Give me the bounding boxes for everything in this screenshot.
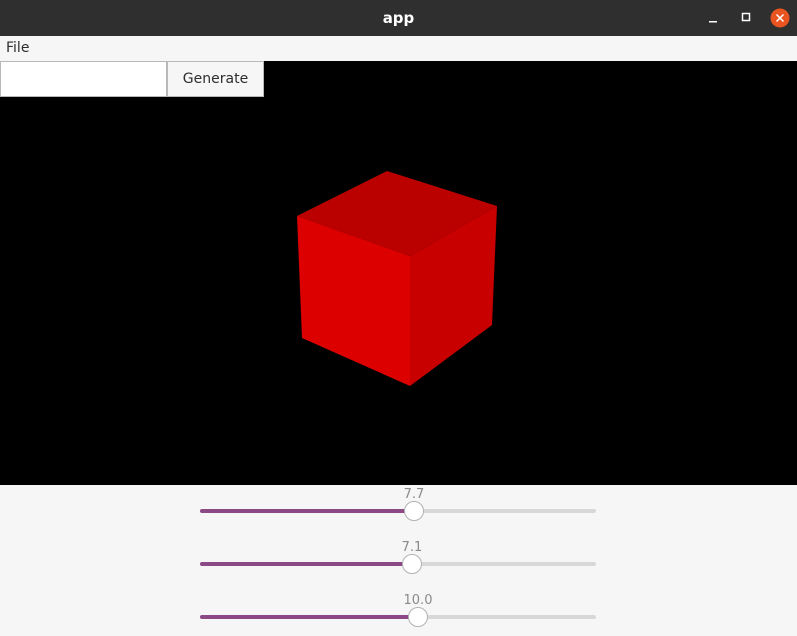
maximize-button[interactable]: [736, 8, 756, 28]
maximize-icon: [741, 12, 751, 22]
slider-3-value: 10.0: [403, 593, 433, 608]
slider-3[interactable]: 10.0: [200, 593, 596, 633]
slider-3-handle[interactable]: [408, 607, 428, 627]
slider-1[interactable]: 7.7: [200, 487, 596, 527]
window-titlebar: app: [0, 0, 797, 36]
close-button[interactable]: [770, 8, 790, 28]
minimize-button[interactable]: [703, 8, 723, 28]
slider-2[interactable]: 7.1: [200, 540, 596, 580]
close-icon: [770, 8, 790, 28]
menu-file[interactable]: File: [6, 40, 29, 56]
slider-panel: 7.7 7.1 10.0: [0, 485, 797, 636]
slider-1-fill: [200, 509, 414, 513]
slider-3-fill: [200, 615, 418, 619]
text-input[interactable]: [0, 61, 167, 97]
generate-button[interactable]: Generate: [167, 61, 264, 97]
window-title: app: [382, 9, 415, 27]
3d-viewport[interactable]: [0, 61, 797, 485]
menu-bar: File: [0, 36, 797, 61]
minimize-icon: [709, 21, 717, 23]
slider-1-value: 7.7: [403, 487, 425, 502]
slider-2-value: 7.1: [401, 540, 423, 555]
slider-1-handle[interactable]: [404, 501, 424, 521]
slider-2-handle[interactable]: [402, 554, 422, 574]
cube-render: [297, 171, 497, 386]
slider-2-fill: [200, 562, 412, 566]
